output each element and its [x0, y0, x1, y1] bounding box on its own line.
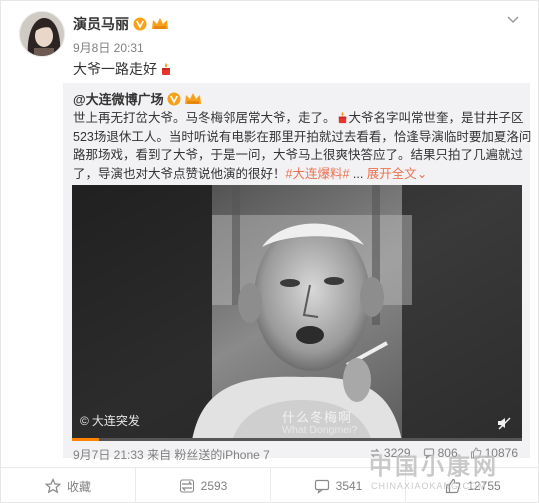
- hashtag-link[interactable]: #大连爆料#: [286, 167, 350, 181]
- author-row: 演员马丽: [73, 14, 169, 34]
- repost-author-name[interactable]: @大连微博广场: [73, 89, 164, 108]
- repost-body: 世上再无打岔大爷。马冬梅邻居常大爷，走了。 大爷名字叫常世奎，是甘井子区 523场…: [73, 109, 532, 184]
- favorite-icon: [44, 478, 61, 494]
- weibo-card: 演员马丽 9月8日 20:31 大爷一路走好 @大连微博广场 世上再无打岔大爷。…: [0, 0, 539, 503]
- chevron-down-icon[interactable]: ⌄: [417, 167, 427, 181]
- repost-count: 2593: [200, 479, 228, 493]
- video-source: © 大连突发: [80, 412, 140, 429]
- body-line-4: 了，导演也对大爷点赞说他演的很好！#大连爆料# ... 展开全文⌄: [73, 165, 523, 184]
- avatar[interactable]: [19, 11, 65, 57]
- repost-icon: [179, 479, 194, 493]
- watermark-cn: 中国小康网: [369, 453, 499, 479]
- body-line-2: 523场退休工人。当时听说有电影在那里开拍就过去看看，恰逢导演临时要加夏洛问: [73, 129, 532, 144]
- copyright-icon: ©: [80, 413, 89, 428]
- ellipsis: ...: [349, 166, 367, 181]
- watermark: 中国小康网 CHINAXIAOKANG.COM: [369, 447, 534, 497]
- verified-icon: [167, 92, 181, 105]
- candle-emoji-icon: [338, 111, 346, 124]
- candle-emoji-icon: [162, 63, 170, 75]
- video-source-label: 大连突发: [91, 414, 140, 428]
- watermark-en: CHINAXIAOKANG.COM: [371, 481, 487, 491]
- video-progress-fill: [72, 438, 99, 441]
- repost-date[interactable]: 9月7日 21:33: [73, 448, 144, 462]
- comment-icon: [314, 479, 329, 494]
- body-text-1: 世上再无打岔大爷。马冬梅邻居常大爷，走了。: [73, 111, 336, 125]
- post-text-content: 大爷一路走好: [73, 61, 157, 77]
- repost-box: @大连微博广场 世上再无打岔大爷。马冬梅邻居常大爷，走了。 大爷名字叫常世奎，是甘…: [63, 83, 532, 462]
- body-line-1: 世上再无打岔大爷。马冬梅邻居常大爷，走了。 大爷名字叫常世奎，是甘井子区: [73, 109, 524, 128]
- from-label: 来自: [147, 448, 172, 462]
- body-line-3: 路那场戏，看到了大爷，于是一问，大爷马上很爽快答应了。结果只拍了几遍就过: [73, 148, 524, 162]
- verified-icon: [133, 17, 147, 31]
- comment-count: 3541: [335, 479, 363, 493]
- client-link[interactable]: 粉丝送的iPhone 7: [174, 448, 269, 462]
- repost-author-row: @大连微博广场: [73, 89, 202, 108]
- crown-icon: [184, 92, 201, 104]
- chevron-down-icon[interactable]: [506, 13, 520, 27]
- video-frame: [72, 185, 522, 441]
- post-text: 大爷一路走好: [73, 59, 173, 79]
- body-text-5: 了，导演也对大爷点赞说他演的很好！: [73, 166, 286, 181]
- repost-button[interactable]: 2593: [136, 468, 271, 503]
- author-name[interactable]: 演员马丽: [73, 14, 129, 34]
- video-player[interactable]: © 大连突发 什么冬梅啊 What Dongmei?: [72, 185, 522, 441]
- post-timestamp[interactable]: 9月8日 20:31: [73, 39, 144, 56]
- favorite-button[interactable]: 收藏: [1, 468, 136, 503]
- repost-meta: 9月7日 21:33 来自 粉丝送的iPhone 7: [73, 446, 270, 463]
- body-text-2: 大爷名字叫常世奎，是甘井子区: [348, 111, 524, 125]
- crown-icon: [152, 18, 168, 29]
- expand-full-text-link[interactable]: 展开全文: [367, 167, 417, 181]
- video-subtitle-en: What Dongmei?: [282, 424, 358, 436]
- mute-icon[interactable]: [496, 415, 512, 431]
- video-progress-track[interactable]: [72, 438, 522, 441]
- favorite-label: 收藏: [66, 479, 91, 494]
